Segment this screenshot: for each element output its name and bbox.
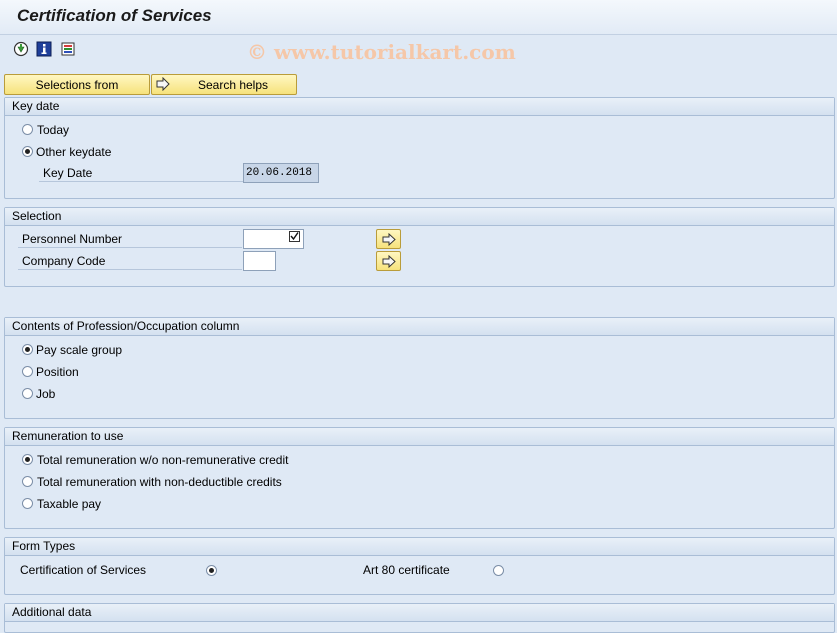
- additional-data-group: Additional data: [4, 603, 835, 633]
- certification-of-services-radio[interactable]: [206, 565, 217, 576]
- art-80-certificate-label: Art 80 certificate: [363, 563, 450, 577]
- other-keydate-radio-row[interactable]: Other keydate: [20, 142, 220, 162]
- selection-group-title: Selection: [5, 208, 834, 226]
- pay-scale-group-label: Pay scale group: [36, 343, 123, 357]
- execute-icon[interactable]: [13, 41, 29, 57]
- total-remuneration-wo-label: Total remuneration w/o non-remunerative …: [37, 453, 289, 467]
- arrow-right-icon: [156, 76, 170, 98]
- watermark: © www.tutorialkart.com: [247, 40, 516, 64]
- certification-of-services-label: Certification of Services: [20, 563, 147, 577]
- other-keydate-label: Other keydate: [36, 145, 112, 159]
- pay-scale-group-radio[interactable]: [22, 344, 33, 355]
- remuneration-group-title: Remuneration to use: [5, 428, 834, 446]
- selection-group: Selection Personnel Number Company Code: [4, 207, 835, 287]
- required-check-icon: [289, 231, 300, 249]
- personnel-number-multiple-selection-button[interactable]: [376, 229, 401, 249]
- today-radio-row[interactable]: Today: [20, 120, 220, 140]
- personnel-number-input[interactable]: [243, 229, 304, 249]
- pay-scale-group-radio-row[interactable]: Pay scale group: [20, 340, 320, 360]
- today-radio[interactable]: [22, 124, 33, 135]
- key-date-group: Key date Today Other keydate Key Date 20…: [4, 97, 835, 199]
- company-code-label: Company Code: [18, 252, 242, 270]
- company-code-multiple-selection-button[interactable]: [376, 251, 401, 271]
- position-radio-row[interactable]: Position: [20, 362, 320, 382]
- art-80-certificate-radio[interactable]: [493, 565, 504, 576]
- total-remuneration-wo-radio[interactable]: [22, 454, 33, 465]
- taxable-pay-radio[interactable]: [22, 498, 33, 509]
- taxable-pay-radio-row[interactable]: Taxable pay: [20, 494, 420, 514]
- company-code-input[interactable]: [243, 251, 276, 271]
- additional-data-group-title: Additional data: [5, 604, 834, 622]
- arrow-right-icon: [382, 233, 396, 246]
- job-radio[interactable]: [22, 388, 33, 399]
- total-remuneration-wo-radio-row[interactable]: Total remuneration w/o non-remunerative …: [20, 450, 420, 470]
- arrow-right-icon: [382, 255, 396, 268]
- page-title: Certification of Services: [17, 6, 212, 25]
- info-icon[interactable]: [36, 41, 52, 57]
- other-keydate-radio[interactable]: [22, 146, 33, 157]
- selections-from-button[interactable]: Selections from: [4, 74, 150, 95]
- position-radio[interactable]: [22, 366, 33, 377]
- key-date-group-title: Key date: [5, 98, 834, 116]
- personnel-number-label: Personnel Number: [18, 230, 242, 248]
- search-helps-label: Search helps: [197, 78, 269, 92]
- selections-from-label: Selections from: [35, 78, 119, 92]
- total-remuneration-with-label: Total remuneration with non-deductible c…: [37, 475, 282, 489]
- remuneration-group: Remuneration to use Total remuneration w…: [4, 427, 835, 529]
- title-bar: Certification of Services: [0, 0, 837, 35]
- taxable-pay-label: Taxable pay: [37, 497, 102, 511]
- job-radio-row[interactable]: Job: [20, 384, 320, 404]
- total-remuneration-with-radio[interactable]: [22, 476, 33, 487]
- key-date-field[interactable]: 20.06.2018: [243, 163, 319, 183]
- job-label: Job: [36, 387, 56, 401]
- position-label: Position: [36, 365, 79, 379]
- program-icon[interactable]: [60, 41, 76, 57]
- total-remuneration-with-radio-row[interactable]: Total remuneration with non-deductible c…: [20, 472, 420, 492]
- form-types-group: Form Types Certification of Services Art…: [4, 537, 835, 595]
- form-types-group-title: Form Types: [5, 538, 834, 556]
- today-label: Today: [37, 123, 70, 137]
- profession-group: Contents of Profession/Occupation column…: [4, 317, 835, 419]
- search-helps-button[interactable]: Search helps: [151, 74, 297, 95]
- profession-group-title: Contents of Profession/Occupation column: [5, 318, 834, 336]
- key-date-label: Key Date: [39, 164, 243, 182]
